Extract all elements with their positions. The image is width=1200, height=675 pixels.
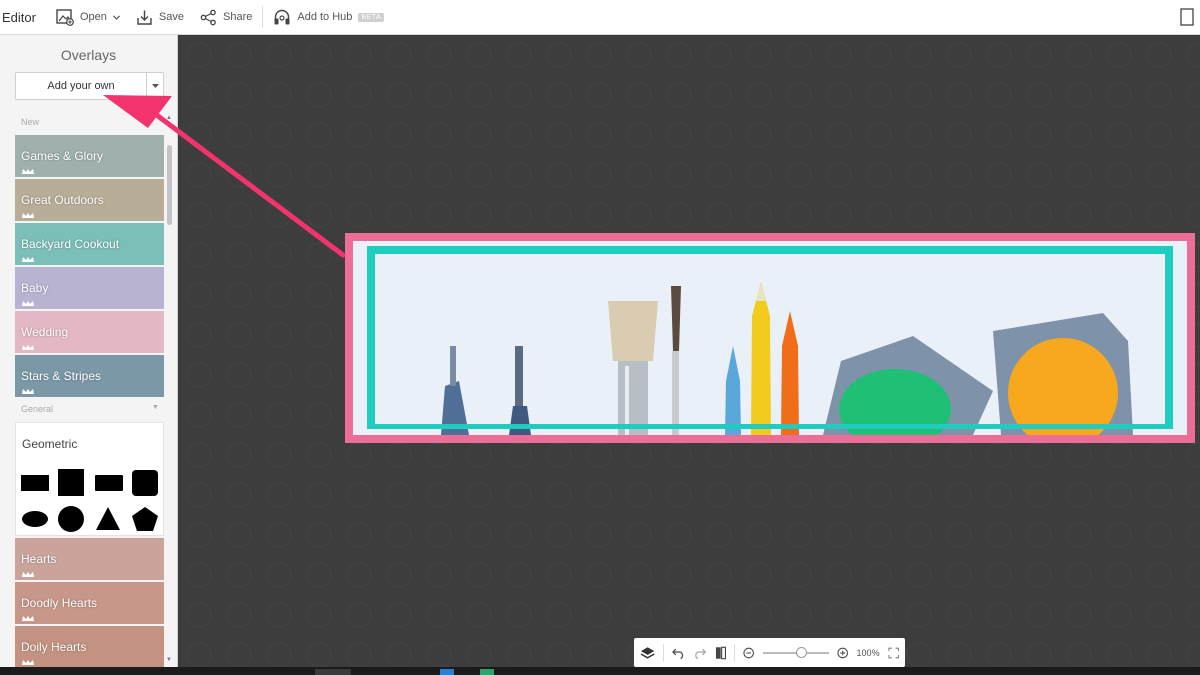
premium-crown-icon: [22, 169, 34, 174]
overlay-item[interactable]: Great Outdoors: [15, 179, 164, 221]
save-label: Save: [158, 11, 184, 23]
scroll-down-icon[interactable]: ▼: [166, 657, 172, 663]
top-toolbar: Editor Open Save Share Add to Hub BETA: [0, 0, 1200, 35]
caret-down-icon: [151, 84, 159, 88]
overlays-sidebar: Overlays Add your own New Games & Glory G…: [0, 35, 178, 667]
os-taskbar: [0, 667, 1200, 675]
premium-crown-icon: [22, 345, 34, 350]
overlay-item-label: Games & Glory: [21, 149, 104, 163]
zoom-slider-handle[interactable]: [796, 646, 808, 658]
redo-icon[interactable]: [693, 647, 707, 659]
overlay-item-geometric[interactable]: Geometric: [15, 422, 164, 536]
section-new-label: New: [21, 117, 40, 127]
add-your-own-caret[interactable]: [146, 73, 163, 99]
flip-icon[interactable]: [715, 646, 726, 660]
zoom-toolbar: 100%: [634, 638, 905, 667]
share-icon: [200, 9, 216, 25]
overlay-item-label: Great Outdoors: [21, 193, 104, 207]
open-button[interactable]: Open: [48, 0, 128, 35]
premium-crown-icon: [22, 301, 34, 306]
add-your-own-dropdown[interactable]: Add your own: [15, 72, 164, 100]
zoom-slider[interactable]: [762, 646, 830, 658]
fullscreen-icon[interactable]: [887, 647, 899, 659]
taskbar-app-icon[interactable]: [315, 669, 351, 675]
add-to-hub-button[interactable]: Add to Hub BETA: [265, 0, 392, 35]
overlay-item-label: Baby: [21, 281, 49, 295]
section-collapse-icon[interactable]: ▼: [152, 404, 159, 411]
save-icon: [137, 10, 152, 25]
premium-crown-icon: [22, 616, 34, 621]
beta-badge: BETA: [358, 12, 385, 22]
add-your-own-button[interactable]: Add your own: [16, 73, 146, 99]
layers-icon[interactable]: [640, 646, 655, 660]
geometric-shapes-icon: [21, 469, 158, 532]
overlay-item-label: Backyard Cookout: [21, 237, 120, 251]
open-label: Open: [80, 11, 107, 23]
share-label: Share: [223, 11, 253, 23]
taskbar-app-icon[interactable]: [440, 669, 454, 675]
overlay-item[interactable]: Doodly Hearts: [15, 582, 164, 624]
more-menu-button[interactable]: [1180, 8, 1194, 29]
overlay-item-label: Doodly Hearts: [21, 596, 98, 610]
app-title: Editor: [2, 9, 36, 25]
save-button[interactable]: Save: [128, 0, 192, 35]
premium-crown-icon: [22, 572, 34, 577]
overlay-item-label: Stars & Stripes: [21, 369, 102, 383]
zoom-level: 100%: [856, 647, 880, 658]
overlay-item[interactable]: Doily Hearts: [15, 626, 164, 667]
premium-crown-icon: [22, 389, 34, 394]
overlay-item[interactable]: Games & Glory: [15, 135, 164, 177]
chevron-down-icon: [112, 14, 120, 20]
premium-crown-icon: [22, 257, 34, 262]
taskbar-app-icon[interactable]: [480, 669, 494, 675]
zoom-in-icon[interactable]: [837, 647, 849, 659]
sidebar-scrollbar[interactable]: [167, 145, 172, 225]
share-button[interactable]: Share: [192, 0, 260, 35]
overlay-item[interactable]: Baby: [15, 267, 164, 309]
scroll-up-icon[interactable]: ▲: [166, 115, 172, 121]
overlay-item[interactable]: Wedding: [15, 311, 164, 353]
page-icon: [1180, 8, 1194, 26]
section-general-label: General: [21, 404, 54, 414]
overlay-item[interactable]: Stars & Stripes: [15, 355, 164, 397]
overlay-item-label: Geometric: [22, 437, 78, 451]
toolbar-divider: [262, 6, 264, 28]
zoom-divider: [734, 643, 736, 662]
undo-icon[interactable]: [672, 647, 685, 659]
overlay-item-label: Hearts: [21, 552, 57, 566]
zoom-out-icon[interactable]: [743, 647, 755, 659]
premium-crown-icon: [22, 213, 34, 218]
design-canvas-banner[interactable]: [345, 233, 1195, 443]
premium-crown-icon: [22, 660, 34, 665]
teal-frame-overlay[interactable]: [367, 246, 1173, 429]
overlay-item[interactable]: Hearts: [15, 538, 164, 580]
overlay-item-label: Wedding: [21, 325, 69, 339]
open-image-icon: [56, 9, 74, 26]
zoom-divider: [663, 643, 665, 662]
overlay-item[interactable]: Backyard Cookout: [15, 223, 164, 265]
headphones-hub-icon: [274, 9, 290, 25]
add-to-hub-label: Add to Hub: [297, 11, 353, 23]
sidebar-title: Overlays: [60, 47, 117, 63]
overlay-item-label: Doily Hearts: [21, 640, 87, 654]
